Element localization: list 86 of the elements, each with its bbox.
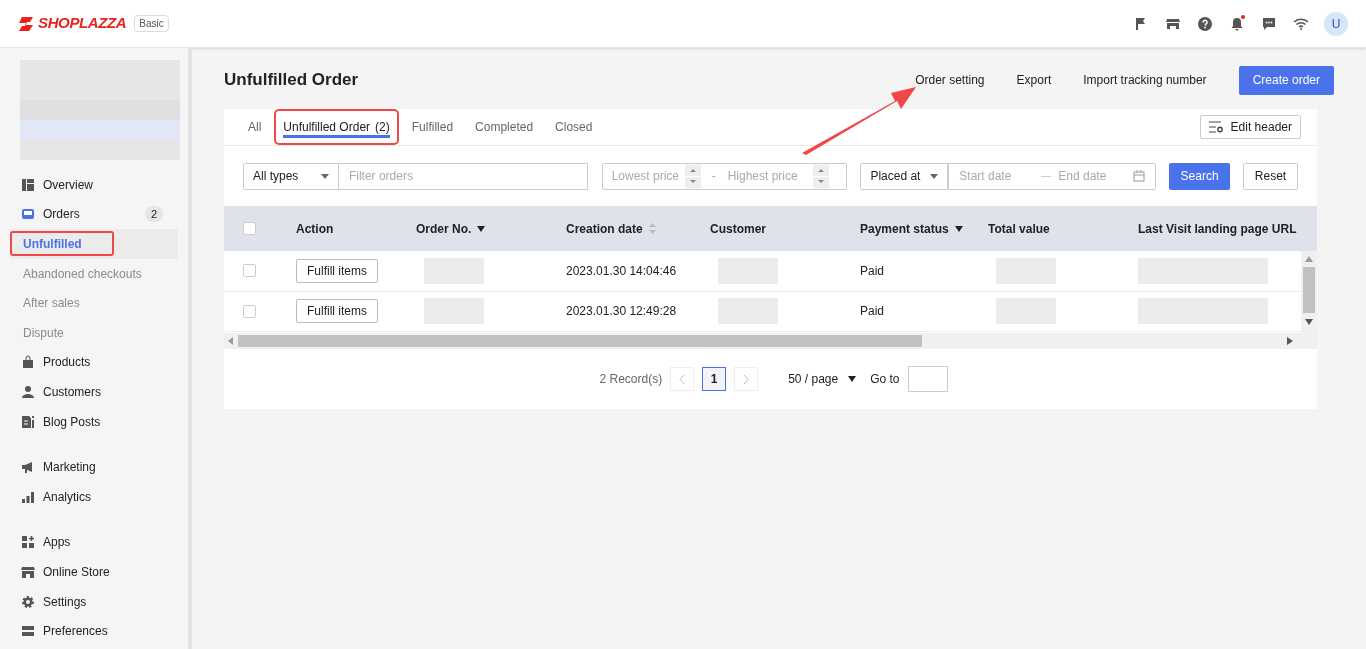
column-header[interactable]: Last Visit landing page URL (1138, 219, 1297, 238)
table-cell-text: Paid (860, 262, 885, 280)
column-header[interactable]: Order No. (416, 219, 472, 238)
sort-down-icon[interactable] (954, 225, 963, 232)
sidebar-item[interactable]: Overview (0, 170, 188, 200)
user-avatar[interactable]: U (1324, 11, 1348, 36)
header-action-link[interactable]: Import tracking number (1068, 65, 1222, 95)
vertical-scrollbar[interactable] (1301, 251, 1317, 333)
sidebar-item[interactable]: Preferences (0, 616, 188, 646)
stepper-icon[interactable] (684, 163, 701, 189)
fulfill-items-button[interactable]: Fulfill items (296, 258, 378, 283)
scroll-right-icon (1287, 337, 1293, 345)
tab[interactable]: Fulfilled (403, 109, 462, 145)
caret-icon (320, 173, 329, 179)
sidebar-subitem[interactable]: Unfulfilled (10, 231, 114, 257)
tab[interactable]: Completed (467, 109, 542, 145)
apps-icon (21, 535, 35, 550)
person-icon (21, 384, 35, 399)
store-icon (21, 564, 35, 579)
go-to-label: Go to (870, 371, 900, 388)
count-badge: 2 (145, 206, 163, 223)
column-header[interactable]: Total value (988, 219, 1050, 238)
page-size-select[interactable]: 50 / page (788, 370, 857, 388)
sidebar-item[interactable]: Settings (0, 586, 188, 617)
scroll-left-icon (228, 337, 234, 345)
chevron-right-icon (743, 374, 750, 384)
bar-chart-icon (21, 489, 35, 504)
bag-icon (21, 355, 35, 370)
highest-price-field[interactable]: Highest price (726, 167, 813, 185)
fulfill-items-button[interactable]: Fulfill items (296, 299, 378, 324)
date-type-select[interactable]: Placed at (860, 162, 949, 190)
megaphone-icon (21, 460, 35, 475)
record-count: 2 Record(s) (599, 371, 663, 388)
reset-button[interactable]: Reset (1243, 162, 1298, 190)
sidebar-item[interactable]: Products (0, 347, 188, 378)
header-action-link[interactable]: Export (1001, 65, 1067, 95)
settings-icon (21, 594, 35, 609)
column-header[interactable]: Creation date (566, 219, 643, 238)
tab[interactable]: Closed (547, 109, 601, 145)
sidebar-item[interactable]: Online Store (0, 557, 188, 587)
select-all-checkbox[interactable] (243, 222, 256, 235)
logo-icon (18, 15, 34, 32)
dashboard-icon (21, 177, 35, 192)
row-checkbox[interactable] (243, 264, 256, 278)
sidebar-item[interactable]: Apps (0, 527, 188, 558)
tab[interactable]: All (240, 109, 270, 145)
page-button[interactable]: 1 (702, 367, 727, 391)
type-select[interactable]: All types (243, 162, 339, 190)
create-order-button[interactable]: Create order (1238, 65, 1334, 95)
header-action-link[interactable]: Order setting (900, 65, 1000, 95)
calendar-icon (1133, 170, 1146, 182)
column-header[interactable]: Action (296, 219, 334, 238)
help-icon[interactable] (1196, 14, 1214, 33)
table-cell-text: 2023.01.30 12:49:28 (566, 303, 677, 321)
caret-icon (930, 173, 939, 179)
stepper-icon[interactable] (812, 163, 829, 189)
lowest-price-field[interactable]: Lowest price (602, 167, 685, 185)
chevron-left-icon (679, 374, 686, 384)
list-icon (21, 624, 35, 639)
row-checkbox[interactable] (243, 304, 256, 318)
sidebar-item[interactable]: Blog Posts (0, 406, 188, 437)
scroll-down-icon (1305, 319, 1313, 325)
go-to-page-field[interactable] (907, 366, 948, 392)
brand-logo: SHOPLAZZA (38, 13, 127, 34)
edit-header-button[interactable]: Edit header (1199, 115, 1301, 139)
inbox-icon (21, 207, 35, 222)
search-button[interactable]: Search (1169, 162, 1231, 190)
page-title: Unfulfilled Order (224, 69, 359, 92)
column-header[interactable]: Customer (710, 219, 766, 238)
horizontal-scrollbar[interactable] (224, 333, 1317, 349)
column-header[interactable]: Payment status (860, 219, 949, 238)
price-separator: - (710, 168, 717, 185)
caret-icon (848, 376, 857, 382)
sidebar-item[interactable]: Orders 2 (0, 199, 188, 230)
sidebar-item[interactable]: Customers (0, 377, 188, 407)
sort-down-icon[interactable] (477, 225, 486, 232)
document-icon (21, 414, 35, 429)
columns-settings-icon (1208, 121, 1223, 133)
sidebar-item[interactable]: Analytics (0, 481, 188, 512)
table-cell-text: Paid (860, 303, 885, 321)
table-cell-text: 2023.01.30 14:04:46 (566, 262, 677, 280)
scroll-up-icon (1305, 256, 1313, 262)
sidebar-item[interactable]: Marketing (0, 452, 188, 482)
filter-orders-field[interactable]: Filter orders (338, 162, 588, 190)
tab[interactable]: Unfulfilled Order (2) (275, 110, 398, 144)
plan-badge: Basic (134, 15, 169, 32)
